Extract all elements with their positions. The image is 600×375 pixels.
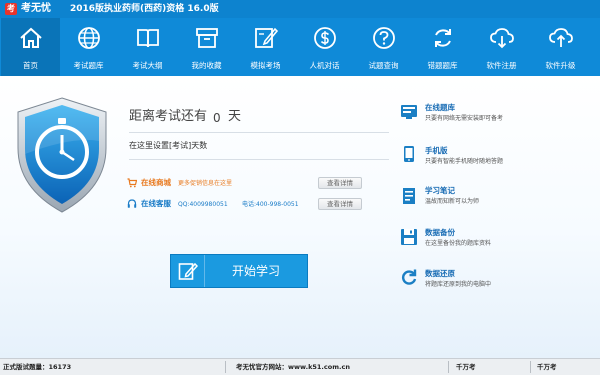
nav-mock-exam[interactable]: 模拟考场 xyxy=(236,18,295,76)
online-service-title[interactable]: 在线客服 xyxy=(141,199,171,209)
notes-icon xyxy=(403,188,415,204)
window-title: 2016版执业药师(西药)资格 16.0版 xyxy=(70,4,219,14)
service-phone: 电话:400-998-0051 xyxy=(242,201,299,208)
nav-label: 首页 xyxy=(23,61,38,70)
feature-desc: 在这里备份我的题库资料 xyxy=(425,240,492,247)
box-icon xyxy=(196,28,218,48)
start-study-button[interactable]: 开始学习 xyxy=(170,254,308,288)
countdown-unit: 天 xyxy=(228,109,242,124)
nav-label: 考试题库 xyxy=(73,61,104,70)
feature-online-bank[interactable]: 在线题库 xyxy=(425,103,455,113)
divider xyxy=(448,361,449,373)
set-exam-days-link[interactable]: 在这里设置[考试]天数 xyxy=(129,140,207,151)
feature-desc: 温故而知新可以为师 xyxy=(425,198,480,205)
refresh-icon xyxy=(435,29,451,47)
feature-backup[interactable]: 数据备份 xyxy=(425,228,455,238)
feature-notes[interactable]: 学习笔记 xyxy=(425,186,455,196)
countdown-days: 0 xyxy=(213,111,221,125)
nav-register[interactable]: 软件注册 xyxy=(472,18,531,76)
feature-restore[interactable]: 数据还原 xyxy=(425,269,455,279)
nav-label: 软件注册 xyxy=(486,61,517,70)
book-icon xyxy=(137,29,159,48)
nav-exam-bank[interactable]: 考试题库 xyxy=(59,18,118,76)
company-name-2: 千万考 xyxy=(537,363,557,371)
feature-desc: 只要有网络无需安装即可备考 xyxy=(425,115,504,122)
feature-desc: 将题库还原到我的电脑中 xyxy=(425,281,492,288)
brand-name: 考无忧 xyxy=(21,3,51,14)
divider xyxy=(225,361,226,373)
backup-icon xyxy=(401,229,417,245)
question-count: 正式版试题量：16173 xyxy=(3,363,72,371)
main-toolbar: 首页 考试题库 考试大纲 我的收藏 模拟考场 人机对话 试题查询 错题题库 软件… xyxy=(0,18,600,76)
mobile-icon xyxy=(404,146,414,162)
mall-detail-button[interactable]: 查看详情 xyxy=(318,177,362,189)
headset-icon xyxy=(127,199,137,208)
shield-stopwatch-icon xyxy=(17,97,107,213)
nav-home[interactable]: 首页 xyxy=(1,18,60,76)
nav-syllabus[interactable]: 考试大纲 xyxy=(118,18,177,76)
cart-icon xyxy=(127,178,137,188)
divider xyxy=(129,132,389,133)
main-content: 距离考试还有 0 天 在这里设置[考试]天数 在线商城 更多促销信息在这里 查看… xyxy=(0,76,600,358)
online-mall-desc: 更多促销信息在这里 xyxy=(178,180,233,187)
divider xyxy=(530,361,531,373)
cloud-upload-icon xyxy=(549,28,573,47)
feature-mobile[interactable]: 手机版 xyxy=(425,146,448,156)
status-bar: 正式版试题量：16173 考无忧官方网站：www.k51.com.cn 千万考 … xyxy=(0,358,600,375)
start-study-label: 开始学习 xyxy=(231,264,280,278)
official-site-link[interactable]: 考无忧官方网站：www.k51.com.cn xyxy=(236,362,350,372)
countdown-label: 距离考试还有 xyxy=(129,109,208,124)
nav-upgrade[interactable]: 软件升级 xyxy=(531,18,590,76)
nav-label: 我的收藏 xyxy=(191,61,222,70)
feature-desc: 只要有智能手机随时随地答题 xyxy=(425,158,504,165)
nav-label: 模拟考场 xyxy=(250,61,281,70)
nav-label: 软件升级 xyxy=(545,61,576,70)
divider xyxy=(129,159,389,160)
company-name: 千万考 xyxy=(456,363,476,371)
title-bar: 考 考无忧 2016版执业药师(西药)资格 16.0版 xyxy=(0,0,600,18)
globe-icon xyxy=(78,27,100,49)
help-icon xyxy=(373,27,395,49)
home-icon xyxy=(20,27,42,48)
nav-label: 人机对话 xyxy=(309,61,340,70)
online-mall-title[interactable]: 在线商城 xyxy=(141,178,171,188)
pencil-note-icon xyxy=(171,255,205,287)
service-qq: QQ:4009980051 xyxy=(178,201,228,208)
online-bank-icon xyxy=(401,105,417,119)
nav-label: 试题查询 xyxy=(368,61,399,70)
service-detail-button[interactable]: 查看详情 xyxy=(318,198,362,210)
nav-dialogue[interactable]: 人机对话 xyxy=(295,18,354,76)
nav-query[interactable]: 试题查询 xyxy=(354,18,413,76)
dollar-cycle-icon xyxy=(314,27,336,49)
app-logo: 考 xyxy=(5,3,17,15)
edit-icon xyxy=(255,27,279,48)
nav-favorites[interactable]: 我的收藏 xyxy=(177,18,236,76)
restore-icon xyxy=(402,269,417,285)
cloud-download-icon xyxy=(490,28,514,49)
nav-label: 错题题库 xyxy=(427,61,458,70)
nav-wrong-bank[interactable]: 错题题库 xyxy=(413,18,472,76)
nav-label: 考试大纲 xyxy=(132,61,163,70)
